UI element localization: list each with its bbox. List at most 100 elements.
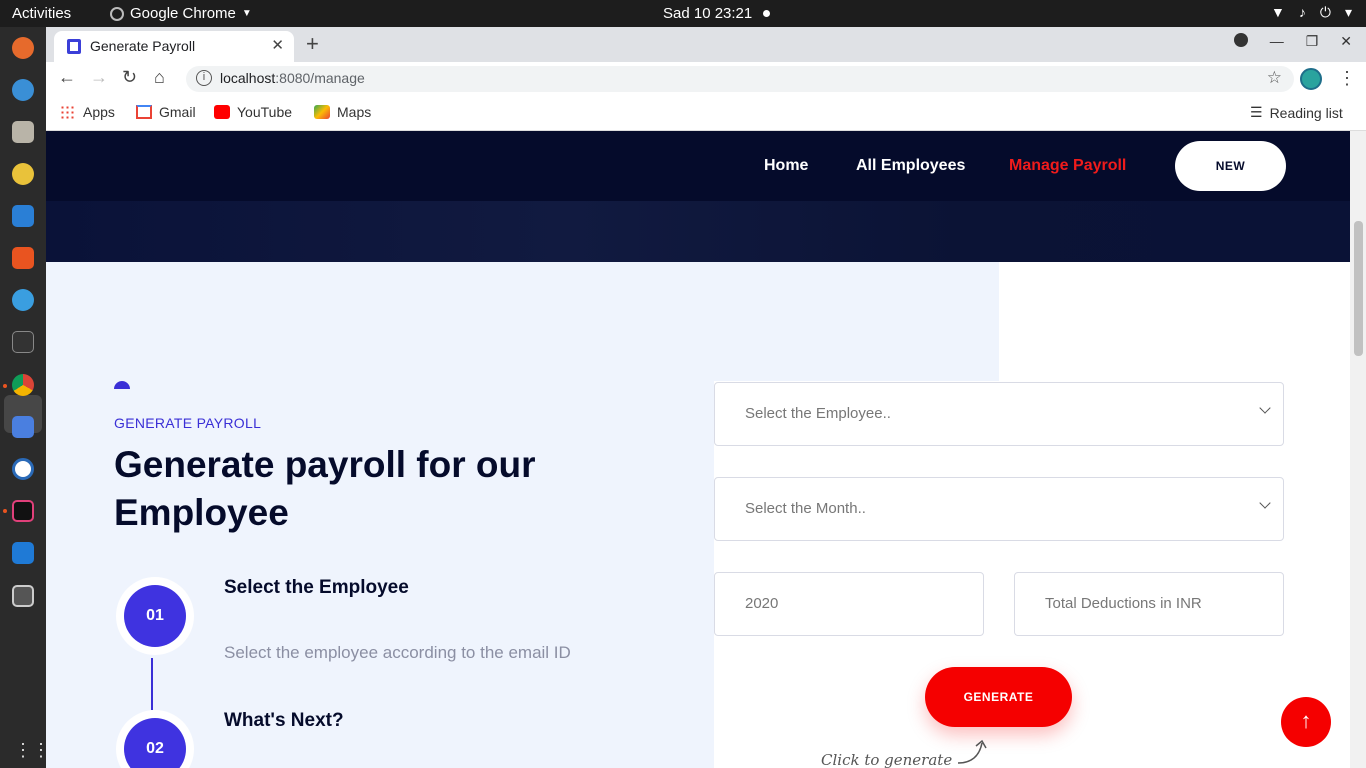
step-description: Select the employee according to the ema…	[224, 643, 571, 662]
scrollbar-thumb[interactable]	[1354, 221, 1363, 356]
generate-hint: Click to generate	[821, 751, 953, 768]
bookmark-label: Maps	[337, 104, 372, 120]
url-host: localhost	[220, 70, 276, 86]
step-number: 01	[124, 585, 186, 647]
url-path: :8080/manage	[275, 70, 365, 86]
bookmark-label: Gmail	[159, 104, 196, 120]
address-bar[interactable]: i localhost:8080/manage ☆	[186, 66, 1294, 92]
maps-icon	[314, 105, 330, 119]
wifi-icon: ▼	[1271, 4, 1285, 20]
bookmark-gmail[interactable]: Gmail	[136, 104, 196, 120]
deductions-placeholder: Total Deductions in INR	[1045, 595, 1202, 612]
step-connector	[151, 658, 153, 710]
nav-manage-payroll[interactable]: Manage Payroll	[1009, 157, 1126, 175]
month-select-placeholder: Select the Month..	[745, 500, 866, 517]
usb-icon[interactable]	[12, 585, 34, 607]
deductions-input[interactable]: Total Deductions in INR	[1014, 572, 1284, 636]
profile-avatar[interactable]	[1300, 68, 1322, 90]
curved-arrow-icon	[957, 739, 987, 764]
tab-generate-payroll[interactable]: Generate Payroll ✕	[54, 31, 294, 62]
bookmark-youtube[interactable]: YouTube	[214, 104, 292, 120]
bookmark-maps[interactable]: Maps	[314, 104, 371, 120]
running-indicator	[3, 509, 7, 513]
year-value: 2020	[745, 595, 779, 612]
reload-icon[interactable]: ↻	[122, 67, 137, 88]
bookmark-label: Apps	[83, 104, 115, 120]
webapp-icon[interactable]	[12, 458, 34, 480]
step-badge: 01	[116, 577, 194, 655]
dock: ⋮⋮⋮	[0, 27, 68, 768]
chrome-icon[interactable]	[12, 374, 34, 396]
page-scrollbar[interactable]	[1350, 131, 1366, 768]
files-icon[interactable]	[12, 121, 34, 143]
youtube-icon	[214, 105, 230, 119]
bookmark-apps[interactable]: Apps	[60, 104, 115, 120]
nav-home[interactable]: Home	[764, 157, 808, 175]
running-indicator	[3, 384, 7, 388]
reading-list-button[interactable]: ☰ Reading list	[1250, 104, 1343, 121]
site-navbar: Home All Employees Manage Payroll NEW	[46, 131, 1350, 201]
help-icon[interactable]	[12, 289, 34, 311]
new-button[interactable]: NEW	[1175, 141, 1286, 191]
bookmarks-bar: Apps Gmail YouTube Maps ☰ Reading list	[46, 96, 1366, 131]
notification-dot	[763, 10, 770, 17]
home-icon[interactable]: ⌂	[154, 67, 165, 88]
intellij-icon[interactable]	[12, 500, 34, 522]
scroll-to-top-button[interactable]: ↑	[1281, 697, 1331, 747]
chevron-down-icon	[1259, 497, 1271, 509]
site-info-icon[interactable]: i	[196, 70, 212, 86]
new-tab-button[interactable]: +	[306, 31, 319, 57]
firefox-icon[interactable]	[12, 37, 34, 59]
power-icon: ⏻	[1319, 4, 1331, 20]
close-window-icon[interactable]: ✕	[1340, 33, 1352, 50]
url-text[interactable]: localhost:8080/manage	[220, 70, 365, 86]
activities-button[interactable]: Activities	[12, 5, 71, 22]
step-title: What's Next?	[224, 710, 344, 731]
caret-down-icon: ▼	[241, 8, 252, 19]
hero-banner	[46, 201, 1350, 262]
thunderbird-icon[interactable]	[12, 79, 34, 101]
chrome-icon	[110, 6, 124, 21]
restore-icon[interactable]: ❐	[1306, 33, 1319, 50]
chrome-menu-icon[interactable]: ⋮	[1338, 68, 1356, 89]
step-number: 02	[124, 718, 186, 768]
screenshot-icon[interactable]	[12, 416, 34, 438]
section-headline: Generate payroll for our Employee	[114, 444, 536, 533]
month-select[interactable]: Select the Month..	[714, 477, 1284, 541]
app-menu[interactable]: Google Chrome ▼	[110, 5, 252, 22]
software-icon[interactable]	[12, 247, 34, 269]
system-top-bar: Activities Google Chrome ▼ Sad 10 23:21 …	[0, 0, 1366, 27]
clock[interactable]: Sad 10 23:21	[663, 5, 752, 22]
tab-title: Generate Payroll	[90, 38, 196, 54]
terminal-icon[interactable]	[12, 331, 34, 353]
vscode-icon[interactable]	[12, 542, 34, 564]
writer-icon[interactable]	[12, 205, 34, 227]
chevron-down-icon	[1259, 402, 1271, 414]
bookmark-label: YouTube	[237, 104, 293, 120]
generate-button[interactable]: GENERATE	[925, 667, 1072, 727]
step-title: Select the Employee	[224, 577, 409, 598]
page-favicon-icon	[67, 39, 81, 54]
volume-icon: ♪	[1298, 4, 1306, 20]
page-viewport: Home All Employees Manage Payroll NEW GE…	[46, 131, 1350, 768]
year-input[interactable]: 2020	[714, 572, 984, 636]
apps-grid-icon	[60, 105, 76, 119]
section-subtitle: GENERATE PAYROLL	[114, 415, 262, 431]
caret-down-icon: ▾	[1344, 4, 1352, 20]
employee-select-placeholder: Select the Employee..	[745, 405, 891, 422]
tab-search-icon[interactable]	[1233, 33, 1248, 47]
minimize-icon[interactable]: —	[1270, 33, 1284, 50]
window-controls: — ❐ ✕	[1233, 33, 1352, 50]
system-tray[interactable]: ▼ ♪ ⏻ ▾	[1271, 4, 1352, 21]
rhythmbox-icon[interactable]	[12, 163, 34, 185]
employee-select[interactable]: Select the Employee..	[714, 382, 1284, 446]
reading-list-icon: ☰	[1250, 104, 1263, 120]
app-name: Google Chrome	[130, 5, 236, 22]
reading-list-label: Reading list	[1269, 104, 1343, 121]
gmail-icon	[136, 105, 152, 119]
close-tab-icon[interactable]: ✕	[271, 36, 284, 54]
bookmark-star-icon[interactable]: ☆	[1267, 68, 1282, 88]
back-icon[interactable]: ←	[58, 67, 76, 88]
nav-all-employees[interactable]: All Employees	[856, 157, 965, 175]
forward-icon[interactable]: →	[90, 67, 108, 88]
